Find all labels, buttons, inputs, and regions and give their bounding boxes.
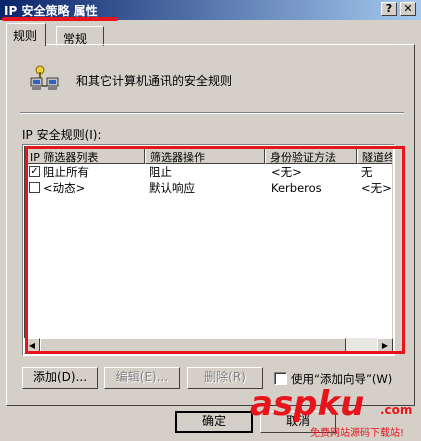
watermark-brand: aspku (250, 384, 365, 424)
network-computers-icon (30, 65, 59, 90)
separator-line (20, 112, 404, 114)
ok-button[interactable]: 确定 (175, 411, 253, 433)
add-button[interactable]: 添加(D)... (22, 367, 98, 389)
watermark-tagline: 免费网站源码下载站! (310, 428, 405, 439)
tab-rules[interactable]: 规则 (6, 23, 46, 46)
watermark-suffix: .com (380, 403, 413, 417)
tab-general[interactable]: 常规 (56, 26, 104, 46)
highlight-rectangle (25, 146, 405, 354)
edit-button[interactable]: 编辑(E)... (104, 367, 180, 389)
title-highlight-underline (2, 17, 118, 21)
rules-list-label: IP 安全规则(I): (22, 128, 102, 142)
help-button[interactable]: ? (381, 2, 397, 16)
close-button[interactable]: ✕ (400, 2, 416, 16)
rules-description: 和其它计算机通讯的安全规则 (76, 74, 233, 88)
